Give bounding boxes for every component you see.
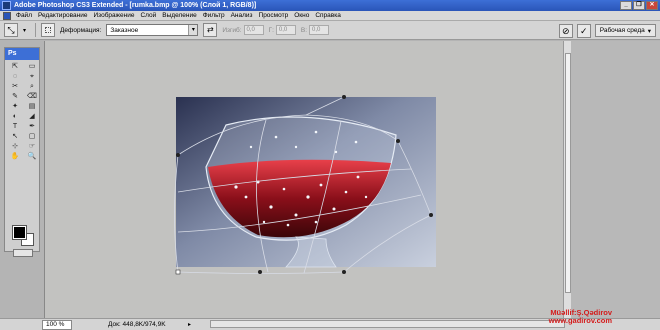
h-distort-field: Г: 0,0	[269, 25, 296, 35]
menu-layer[interactable]: Слой	[140, 12, 156, 19]
notes-tool-icon[interactable]: ☞	[24, 142, 40, 151]
menu-help[interactable]: Справка	[315, 12, 341, 19]
minimize-button[interactable]: _	[620, 1, 632, 10]
menu-analysis[interactable]: Анализ	[231, 12, 253, 19]
v-label: В:	[300, 26, 308, 34]
brush-tool-icon[interactable]: ✎	[7, 92, 23, 101]
reference-point-icon[interactable]	[41, 23, 55, 37]
window-title: Adobe Photoshop CS3 Extended - [rumka.bm…	[14, 2, 257, 9]
h-label: Г:	[268, 26, 274, 34]
path-select-tool-icon[interactable]: ↖	[7, 132, 23, 141]
type-tool-icon[interactable]: T	[7, 122, 23, 131]
marquee-tool-icon[interactable]: ▭	[24, 62, 40, 71]
bend-input[interactable]: 0,0	[243, 25, 264, 35]
workspace-label: Рабочая среда	[599, 27, 645, 34]
options-bar: ⤡ ▾ Деформация: Заказное ▾ ⇄ Изгиб: 0,0 …	[0, 21, 660, 40]
menu-view[interactable]: Просмотр	[259, 12, 289, 19]
toolbox: Ps ⇱ ▭ ◌ ⌖ ✂ ⌕ ✎ ⌫ ✦ ▤ ◐ ◢ T ✒ ↖ ▢ ⊹ ☞ ✋…	[4, 47, 40, 257]
crop-tool-icon[interactable]: ✂	[7, 82, 23, 91]
warp-select-value: Заказное	[110, 26, 139, 34]
warp-select[interactable]: Заказное ▾	[106, 24, 199, 36]
h-input[interactable]: 0,0	[275, 25, 296, 35]
menu-file[interactable]: Файл	[16, 12, 32, 19]
dodge-tool-icon[interactable]: ◐	[7, 112, 23, 121]
menu-edit[interactable]: Редактирование	[38, 12, 88, 19]
document-size: Док: 448,8K/974,9K	[108, 321, 166, 328]
menu-select[interactable]: Выделение	[162, 12, 196, 19]
shape-tool-icon[interactable]: ▢	[24, 132, 40, 141]
quick-mask-button[interactable]	[13, 249, 33, 257]
foreground-color-swatch[interactable]	[12, 225, 27, 240]
menu-window[interactable]: Окно	[294, 12, 309, 19]
toolbox-header: Ps	[5, 48, 39, 60]
eyedropper-tool-icon[interactable]: ⊹	[7, 142, 23, 151]
workspace-button[interactable]: Рабочая среда ▾	[594, 24, 656, 37]
close-button[interactable]: ✕	[646, 1, 658, 10]
magic-wand-tool-icon[interactable]: ⌖	[24, 72, 40, 81]
menu-filter[interactable]: Фильтр	[203, 12, 225, 19]
warp-orientation-button[interactable]: ⇄	[203, 23, 218, 37]
divider	[35, 23, 36, 37]
vertical-scrollbar[interactable]	[563, 41, 571, 318]
bend-field: Изгиб: 0,0	[222, 25, 264, 35]
title-bar: Adobe Photoshop CS3 Extended - [rumka.bm…	[0, 0, 660, 11]
app-menu-icon[interactable]	[3, 12, 11, 20]
zoom-tool-icon[interactable]: 🔍	[24, 152, 40, 161]
zoom-level[interactable]: 100 %	[42, 319, 72, 330]
move-tool-icon[interactable]: ⇱	[7, 62, 23, 71]
v-distort-field: В: 0,0	[300, 25, 330, 35]
pen-tool-icon[interactable]: ✒	[24, 122, 40, 131]
commit-transform-button[interactable]: ✓	[576, 23, 591, 38]
chevron-down-icon: ▾	[647, 27, 651, 35]
blur-tool-icon[interactable]: ◢	[24, 112, 40, 121]
hand-tool-icon[interactable]: ✋	[7, 152, 23, 161]
chevron-down-icon: ▾	[188, 25, 198, 35]
document-image[interactable]	[174, 95, 436, 275]
watermark-site: www.gadirov.com	[548, 316, 612, 325]
v-input[interactable]: 0,0	[309, 25, 330, 35]
lasso-tool-icon[interactable]: ◌	[7, 72, 23, 81]
slice-tool-icon[interactable]: ⌕	[24, 82, 40, 91]
restore-button[interactable]: ❐	[633, 1, 645, 10]
tool-preset-dropdown[interactable]: ▾	[23, 23, 30, 37]
menu-bar: Файл Редактирование Изображение Слой Выд…	[0, 11, 660, 21]
photoshop-app-icon	[2, 1, 11, 10]
warp-tool-icon[interactable]: ⤡	[4, 23, 18, 37]
bend-label: Изгиб:	[222, 26, 242, 34]
warp-label: Деформация:	[60, 26, 102, 34]
cancel-transform-button[interactable]: ⊘	[558, 23, 573, 38]
status-menu-icon[interactable]: ▸	[188, 321, 191, 328]
author-watermark: Müəllif:Ş.Qədirov www.gadirov.com	[518, 309, 612, 325]
horizontal-scrollbar[interactable]	[210, 320, 565, 328]
stamp-tool-icon[interactable]: ✦	[7, 102, 23, 111]
eraser-tool-icon[interactable]: ⌫	[24, 92, 40, 101]
menu-image[interactable]: Изображение	[94, 12, 135, 19]
panel-dock	[571, 41, 660, 318]
gradient-tool-icon[interactable]: ▤	[24, 102, 40, 111]
color-swatches	[12, 225, 37, 246]
